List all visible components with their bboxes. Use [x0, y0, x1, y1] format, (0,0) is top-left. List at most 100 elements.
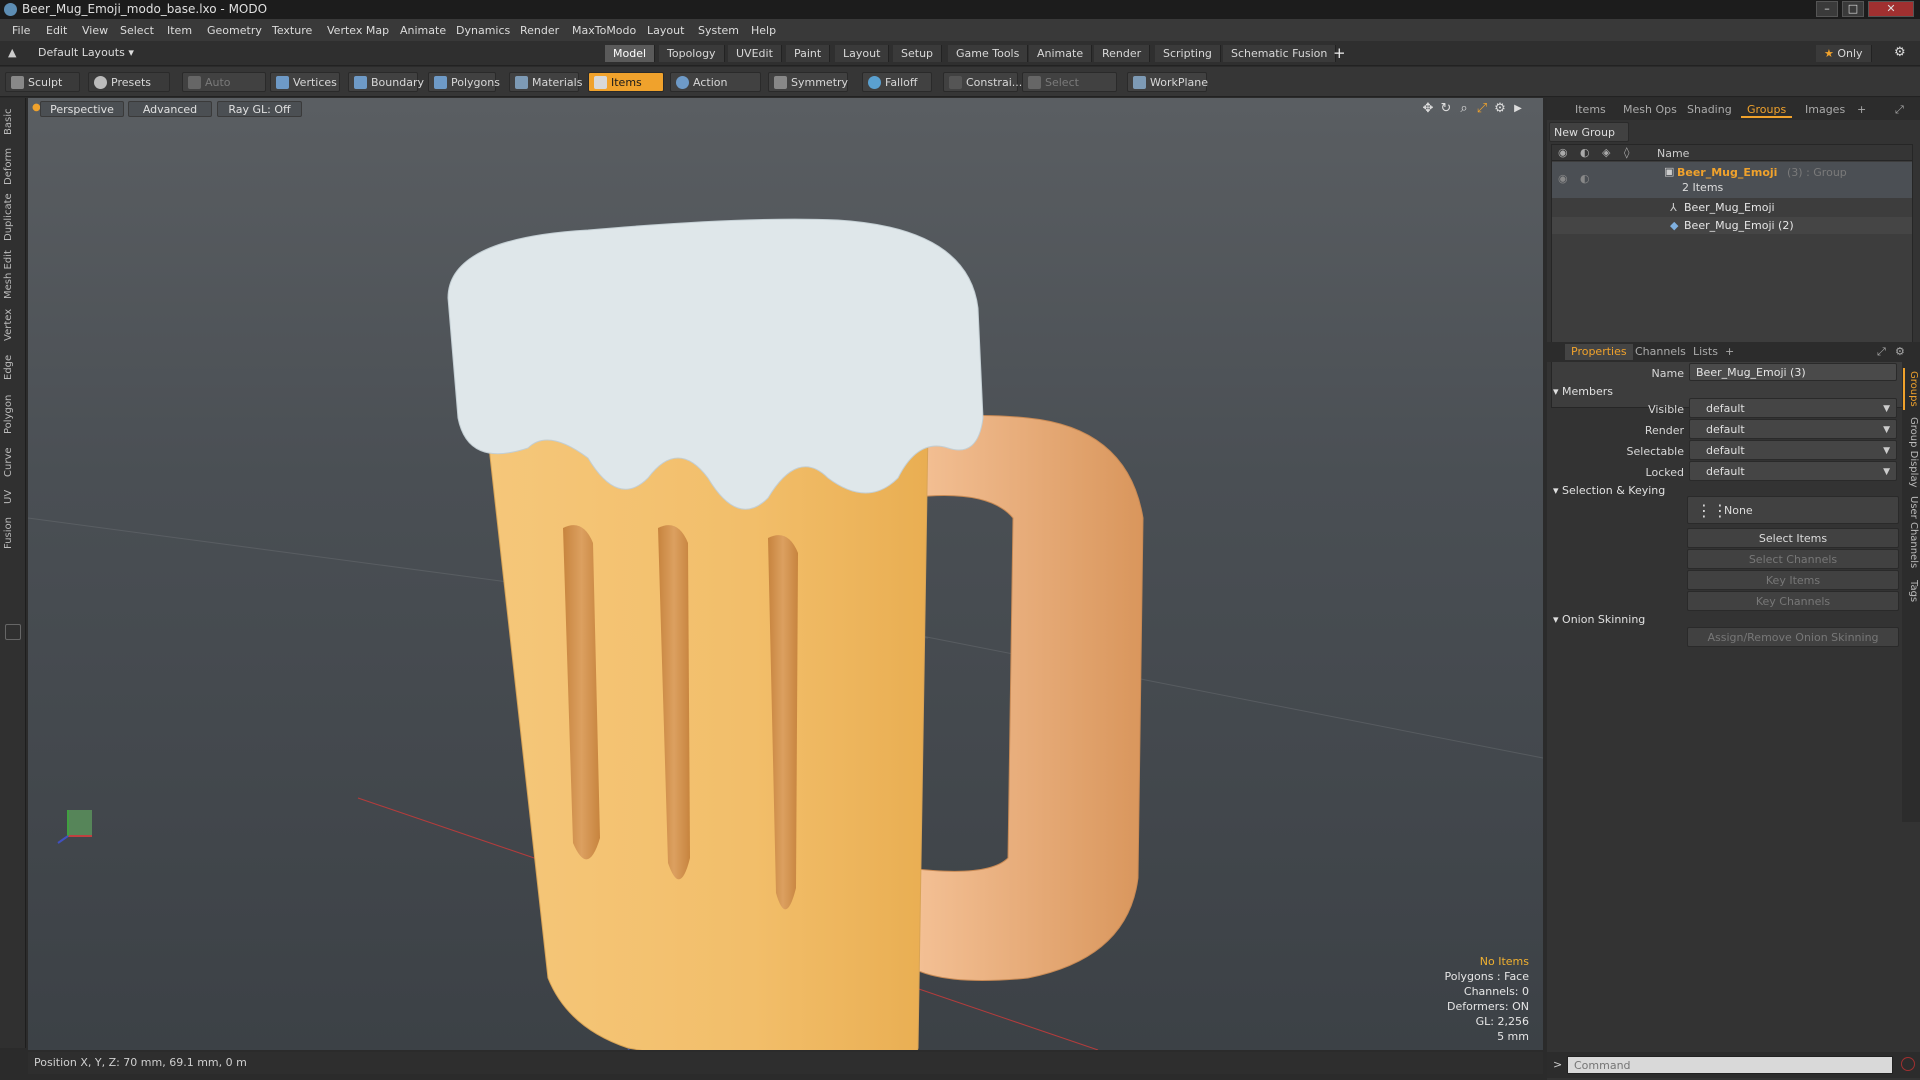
name-field[interactable]: Beer_Mug_Emoji (3)	[1689, 363, 1897, 381]
viewport-settings-icon[interactable]: ⚙	[1492, 101, 1508, 117]
tab-render[interactable]: Render	[1094, 45, 1151, 62]
side-tab-tags[interactable]: Tags	[1903, 576, 1919, 606]
side-tab-groups[interactable]: Groups	[1903, 368, 1919, 410]
none-selection-button[interactable]: ⋮⋮ None	[1687, 496, 1899, 524]
menu-vertex-map[interactable]: Vertex Map	[327, 24, 389, 37]
side-tab-group-display[interactable]: Group Display	[1903, 416, 1919, 488]
tab-layout[interactable]: Layout	[835, 45, 890, 62]
key-items-button[interactable]: Key Items	[1687, 570, 1899, 590]
3d-viewport[interactable]: ● Perspective Advanced Ray GL: Off ✥ ↻ ⌕…	[28, 98, 1543, 1050]
tab-duplicate[interactable]: Duplicate	[3, 192, 23, 242]
tab-schematic-fusion[interactable]: Schematic Fusion	[1223, 45, 1337, 62]
close-icon[interactable]: ✕	[1868, 1, 1914, 17]
move-view-icon[interactable]: ✥	[1420, 101, 1436, 117]
key-channels-button[interactable]: Key Channels	[1687, 591, 1899, 611]
menu-help[interactable]: Help	[751, 24, 776, 37]
tab-deform[interactable]: Deform	[3, 146, 23, 186]
tab-vertex[interactable]: Vertex	[3, 306, 23, 344]
side-tab-user-channels[interactable]: User Channels	[1903, 494, 1919, 570]
zoom-view-icon[interactable]: ⌕	[1456, 101, 1472, 117]
auto-select-button[interactable]: Auto Select	[182, 72, 266, 109]
select-through-button[interactable]: Select Through	[1022, 72, 1117, 109]
gear-icon[interactable]: ⚙	[1894, 45, 1906, 60]
tab-items[interactable]: Items	[1569, 102, 1612, 118]
tab-channels[interactable]: Channels	[1629, 344, 1692, 360]
menu-animate[interactable]: Animate	[400, 24, 446, 37]
menu-layout[interactable]: Layout	[647, 24, 684, 37]
selection-keying-section[interactable]: ▾ Selection & Keying	[1553, 484, 1665, 497]
menu-select[interactable]: Select	[120, 24, 154, 37]
selectable-dropdown[interactable]: default ▼	[1689, 440, 1897, 460]
perspective-button[interactable]: Perspective	[40, 101, 124, 117]
tab-topology[interactable]: Topology	[659, 45, 725, 62]
menu-render[interactable]: Render	[520, 24, 559, 37]
tab-curve[interactable]: Curve	[3, 444, 23, 480]
menu-maxtomodo[interactable]: MaxToModo	[572, 24, 636, 37]
tab-game-tools[interactable]: Game Tools	[948, 45, 1029, 62]
tab-uvedit[interactable]: UVEdit	[728, 45, 782, 62]
command-input[interactable]	[1567, 1056, 1893, 1074]
tab-animate[interactable]: Animate	[1029, 45, 1093, 62]
maximize-icon[interactable]: □	[1842, 1, 1864, 17]
presets-button[interactable]: Presets	[88, 72, 170, 92]
add-tab-icon[interactable]: +	[1333, 44, 1346, 62]
command-clear-icon[interactable]	[1901, 1057, 1915, 1071]
select-channels-button[interactable]: Select Channels	[1687, 549, 1899, 569]
tab-uv[interactable]: UV	[3, 486, 23, 508]
menu-file[interactable]: File	[12, 24, 30, 37]
list-item[interactable]: ⅄ Beer_Mug_Emoji	[1552, 199, 1912, 216]
materials-button[interactable]: Materials	[509, 72, 582, 92]
constraints-button[interactable]: Constrai...	[943, 72, 1022, 92]
minimize-icon[interactable]: –	[1816, 1, 1838, 17]
list-item[interactable]: ◆ Beer_Mug_Emoji (2)	[1552, 217, 1912, 234]
raygl-button[interactable]: Ray GL: Off	[217, 101, 302, 117]
menu-dynamics[interactable]: Dynamics	[456, 24, 510, 37]
tab-edge[interactable]: Edge	[3, 350, 23, 384]
workplane-button[interactable]: WorkPlane	[1127, 72, 1208, 92]
visible-dropdown[interactable]: default ▼	[1689, 398, 1897, 418]
tab-mesh-ops[interactable]: Mesh Ops	[1617, 102, 1683, 118]
menu-texture[interactable]: Texture	[272, 24, 312, 37]
tab-shading[interactable]: Shading	[1681, 102, 1738, 118]
render-toggle-icon[interactable]: ◐	[1580, 172, 1590, 185]
tab-setup[interactable]: Setup	[893, 45, 943, 62]
layout-selector[interactable]: Default Layouts ▾	[38, 46, 134, 59]
visible-toggle-icon[interactable]: ◉	[1558, 172, 1568, 185]
onion-skinning-section[interactable]: ▾ Onion Skinning	[1553, 613, 1645, 626]
onion-skinning-button[interactable]: Assign/Remove Onion Skinning	[1687, 627, 1899, 647]
menu-item[interactable]: Item	[167, 24, 192, 37]
vertices-button[interactable]: Vertices	[270, 72, 340, 92]
tab-groups[interactable]: Groups	[1741, 102, 1793, 118]
tab-fusion[interactable]: Fusion	[3, 514, 23, 552]
render-dropdown[interactable]: default ▼	[1689, 419, 1897, 439]
panel-expand-icon[interactable]: ⤢	[1889, 102, 1910, 118]
layout-collapse-icon[interactable]: ▲	[8, 46, 16, 59]
tab-images[interactable]: Images	[1799, 102, 1851, 118]
new-group-button[interactable]: New Group	[1549, 122, 1629, 142]
fit-view-icon[interactable]: ⤢	[1474, 101, 1490, 117]
menu-edit[interactable]: Edit	[46, 24, 67, 37]
boundary-button[interactable]: Boundary	[348, 72, 424, 92]
tab-model[interactable]: Model	[605, 45, 656, 62]
falloff-button[interactable]: Falloff	[862, 72, 932, 92]
symmetry-button[interactable]: Symmetry	[768, 72, 848, 92]
rotate-view-icon[interactable]: ↻	[1438, 101, 1454, 117]
sculpt-button[interactable]: Sculpt	[5, 72, 80, 92]
select-items-button[interactable]: Select Items	[1687, 528, 1899, 548]
tab-toggle-icon[interactable]	[5, 624, 21, 640]
polygons-button[interactable]: Polygons	[428, 72, 500, 92]
tab-basic[interactable]: Basic	[3, 104, 23, 140]
tab-properties[interactable]: Properties	[1565, 344, 1633, 360]
tab-mesh-edit[interactable]: Mesh Edit	[3, 250, 23, 300]
props-gear-icon[interactable]: ⚙	[1889, 344, 1911, 360]
items-button[interactable]: Items	[588, 72, 664, 92]
add-props-tab-icon[interactable]: +	[1719, 344, 1740, 360]
only-toggle[interactable]: ★ Only	[1816, 45, 1872, 62]
tab-polygon[interactable]: Polygon	[3, 390, 23, 438]
action-center-button[interactable]: Action Center	[670, 72, 761, 109]
menu-system[interactable]: System	[698, 24, 739, 37]
members-section[interactable]: ▾ Members	[1553, 385, 1613, 398]
add-panel-tab-icon[interactable]: +	[1851, 102, 1872, 118]
tab-scripting[interactable]: Scripting	[1155, 45, 1221, 62]
group-row[interactable]: ◉ ◐ ▣ Beer_Mug_Emoji (3) : Group 2 Items	[1552, 162, 1912, 198]
